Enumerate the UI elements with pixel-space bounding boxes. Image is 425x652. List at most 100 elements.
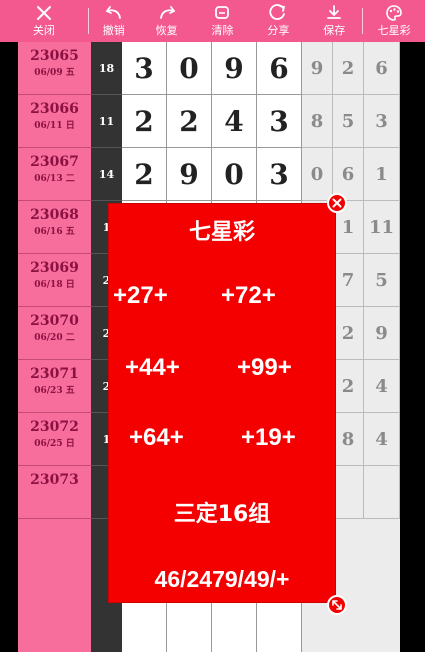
undo-button[interactable]: 撤销	[89, 0, 139, 42]
sum-cell: 11	[91, 95, 122, 148]
popup-resize-handle[interactable]	[327, 595, 347, 615]
issue-cell[interactable]: 23067 06/13 二	[18, 148, 91, 201]
eraser-icon	[215, 6, 230, 19]
digit-cell[interactable]: 2	[122, 95, 167, 148]
close-button[interactable]: 关闭	[0, 0, 88, 42]
digit-cell[interactable]: 3	[122, 42, 167, 95]
extra-digit-cell[interactable]	[333, 466, 364, 519]
extra-digit-cell[interactable]: 11	[364, 201, 400, 254]
digit-cell[interactable]: 0	[167, 42, 212, 95]
issue-date: 06/20 二	[34, 333, 75, 343]
digit-cell[interactable]: 4	[212, 95, 257, 148]
undo-icon	[105, 6, 121, 19]
sum-cell: 18	[91, 42, 122, 95]
digit-cell[interactable]: 2	[122, 148, 167, 201]
digit-cell[interactable]: 2	[167, 95, 212, 148]
pick-number: +99+	[237, 354, 292, 381]
extra-digit-cell[interactable]: 2	[333, 42, 364, 95]
extra-digit-cell[interactable]: 8	[333, 413, 364, 466]
extra-digit-cell[interactable]: 2	[333, 360, 364, 413]
share-icon	[269, 4, 286, 20]
issue-cell[interactable]: 23069 06/18 日	[18, 254, 91, 307]
extra-digit-cell[interactable]: 9	[364, 307, 400, 360]
issue-number: 23070	[30, 313, 79, 329]
combo-text: 三定16组	[173, 502, 271, 527]
close-icon	[332, 198, 342, 208]
undo-label: 撤销	[102, 24, 125, 37]
issue-number: 23067	[30, 154, 79, 170]
toolbar: 关闭 撤销 恢复 清除 分享 保存 七星彩	[0, 0, 425, 42]
extra-digit-cell[interactable]: 7	[333, 254, 364, 307]
share-label: 分享	[267, 24, 290, 37]
share-button[interactable]: 分享	[250, 0, 306, 42]
issue-cell[interactable]: 23070 06/20 二	[18, 307, 91, 360]
issue-cell[interactable]: 23066 06/11 日	[18, 95, 91, 148]
digit-cell[interactable]: 0	[212, 148, 257, 201]
close-label: 关闭	[32, 24, 55, 37]
pick-number: +19+	[241, 424, 296, 451]
issue-number: 23073	[30, 472, 79, 488]
clear-label: 清除	[211, 24, 234, 37]
game-select-button[interactable]: 七星彩	[363, 0, 425, 42]
extra-digit-cell[interactable]: 3	[364, 95, 400, 148]
issue-date: 06/09 五	[34, 68, 75, 78]
pick-number: +64+	[129, 424, 184, 451]
issue-date: 06/23 五	[34, 386, 75, 396]
palette-icon	[386, 5, 402, 21]
issue-cell[interactable]: 23065 06/09 五	[18, 42, 91, 95]
issue-cell[interactable]: 23072 06/25 日	[18, 413, 91, 466]
table-row: 23066 06/11 日 11 2 2 4 3 8 5 3	[18, 95, 400, 148]
prediction-popup[interactable]: 七星彩 +27+ +72+ +44+ +99+ +64+ +19+ 三定16组 …	[108, 203, 336, 603]
footer-text: 46/2479/49/+	[154, 566, 290, 592]
issue-date: 06/13 二	[34, 174, 75, 184]
resize-icon	[332, 600, 342, 610]
issue-number: 23065	[30, 48, 79, 64]
clear-button[interactable]: 清除	[195, 0, 251, 42]
extra-digit-cell[interactable]: 8	[302, 95, 333, 148]
popup-title: 七星彩	[188, 220, 255, 245]
issue-number: 23066	[30, 101, 79, 117]
popup-close-button[interactable]	[327, 193, 347, 213]
redo-button[interactable]: 恢复	[139, 0, 195, 42]
issue-column-fill	[18, 519, 91, 652]
issue-number: 23068	[30, 207, 79, 223]
issue-date: 06/25 日	[34, 439, 75, 449]
extra-digit-cell[interactable]: 2	[333, 307, 364, 360]
download-icon	[327, 5, 342, 19]
redo-icon	[159, 6, 175, 19]
pick-number: +44+	[125, 354, 180, 381]
extra-digit-cell[interactable]: 4	[364, 360, 400, 413]
issue-number: 23072	[30, 419, 79, 435]
issue-date: 06/16 五	[34, 227, 75, 237]
table-row: 23065 06/09 五 18 3 0 9 6 9 2 6	[18, 42, 400, 95]
issue-date: 06/18 日	[34, 280, 75, 290]
pick-number: +72+	[221, 282, 276, 309]
extra-digit-cell[interactable]: 9	[302, 42, 333, 95]
digit-cell[interactable]: 9	[167, 148, 212, 201]
sum-cell: 14	[91, 148, 122, 201]
extra-digit-cell[interactable]: 5	[333, 95, 364, 148]
extra-digit-cell[interactable]: 6	[364, 42, 400, 95]
extra-digit-cell[interactable]: 4	[364, 413, 400, 466]
digit-cell[interactable]: 3	[257, 148, 302, 201]
extra-digit-cell[interactable]: 1	[364, 148, 400, 201]
issue-cell[interactable]: 23073	[18, 466, 91, 519]
table-row: 23067 06/13 二 14 2 9 0 3 0 6 1	[18, 148, 400, 201]
digit-cell[interactable]: 6	[257, 42, 302, 95]
extra-digit-cell[interactable]: 5	[364, 254, 400, 307]
issue-cell[interactable]: 23071 06/23 五	[18, 360, 91, 413]
game-label: 七星彩	[377, 24, 411, 37]
close-icon	[36, 6, 51, 20]
issue-cell[interactable]: 23068 06/16 五	[18, 201, 91, 254]
issue-date: 06/11 日	[34, 121, 75, 131]
pick-number: +27+	[113, 282, 168, 309]
redo-label: 恢复	[155, 24, 178, 37]
digit-cell[interactable]: 3	[257, 95, 302, 148]
issue-number: 23069	[30, 260, 79, 276]
save-button[interactable]: 保存	[306, 0, 362, 42]
issue-number: 23071	[30, 366, 79, 382]
save-label: 保存	[323, 24, 346, 37]
extra-digit-cell[interactable]	[364, 466, 400, 519]
extra-digit-cell[interactable]: 0	[302, 148, 333, 201]
digit-cell[interactable]: 9	[212, 42, 257, 95]
